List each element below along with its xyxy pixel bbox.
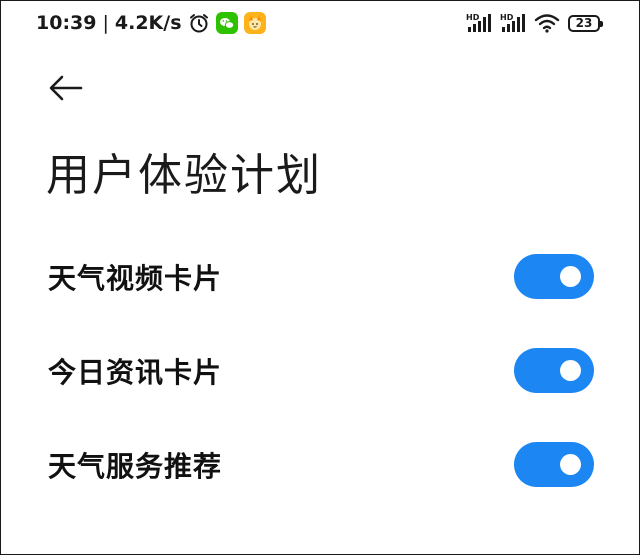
toggle-knob (560, 454, 581, 475)
wechat-icon (215, 12, 238, 34)
today-news-card-toggle[interactable] (514, 348, 594, 393)
toggle-knob (560, 266, 581, 287)
weather-service-recommendation-toggle[interactable] (514, 442, 594, 487)
status-bar-right: HD HD 23 (466, 10, 603, 36)
battery-level: 23 (575, 16, 593, 30)
wifi-icon (534, 12, 560, 34)
battery-icon: 23 (568, 14, 603, 32)
hd-signal-icon: HD (466, 12, 492, 34)
network-speed: 4.2K/s (114, 12, 182, 34)
setting-label: 天气服务推荐 (48, 450, 223, 483)
hd-label: HD (466, 13, 480, 22)
setting-row-today-news-card[interactable]: 今日资讯卡片 (0, 324, 640, 418)
clock-time: 10:39 (36, 12, 97, 34)
status-separator: | (102, 12, 109, 34)
setting-row-weather-video-card[interactable]: 天气视频卡片 (0, 230, 640, 324)
page-title: 用户体验计划 (46, 150, 322, 201)
back-button[interactable] (44, 68, 88, 108)
toggle-knob (560, 360, 581, 381)
app-notification-icon (243, 12, 266, 34)
hd-label: HD (500, 13, 514, 22)
hd-signal-icon: HD (500, 12, 526, 34)
setting-label: 天气视频卡片 (48, 262, 223, 295)
setting-row-weather-service-recommendation[interactable]: 天气服务推荐 (0, 418, 640, 512)
alarm-icon (188, 12, 210, 34)
setting-label: 今日资讯卡片 (48, 356, 223, 389)
arrow-left-icon (49, 75, 83, 101)
status-bar-left: 10:39 | 4.2K/s (36, 10, 266, 36)
status-bar: 10:39 | 4.2K/s HD HD 23 (0, 0, 640, 46)
weather-video-card-toggle[interactable] (514, 254, 594, 299)
